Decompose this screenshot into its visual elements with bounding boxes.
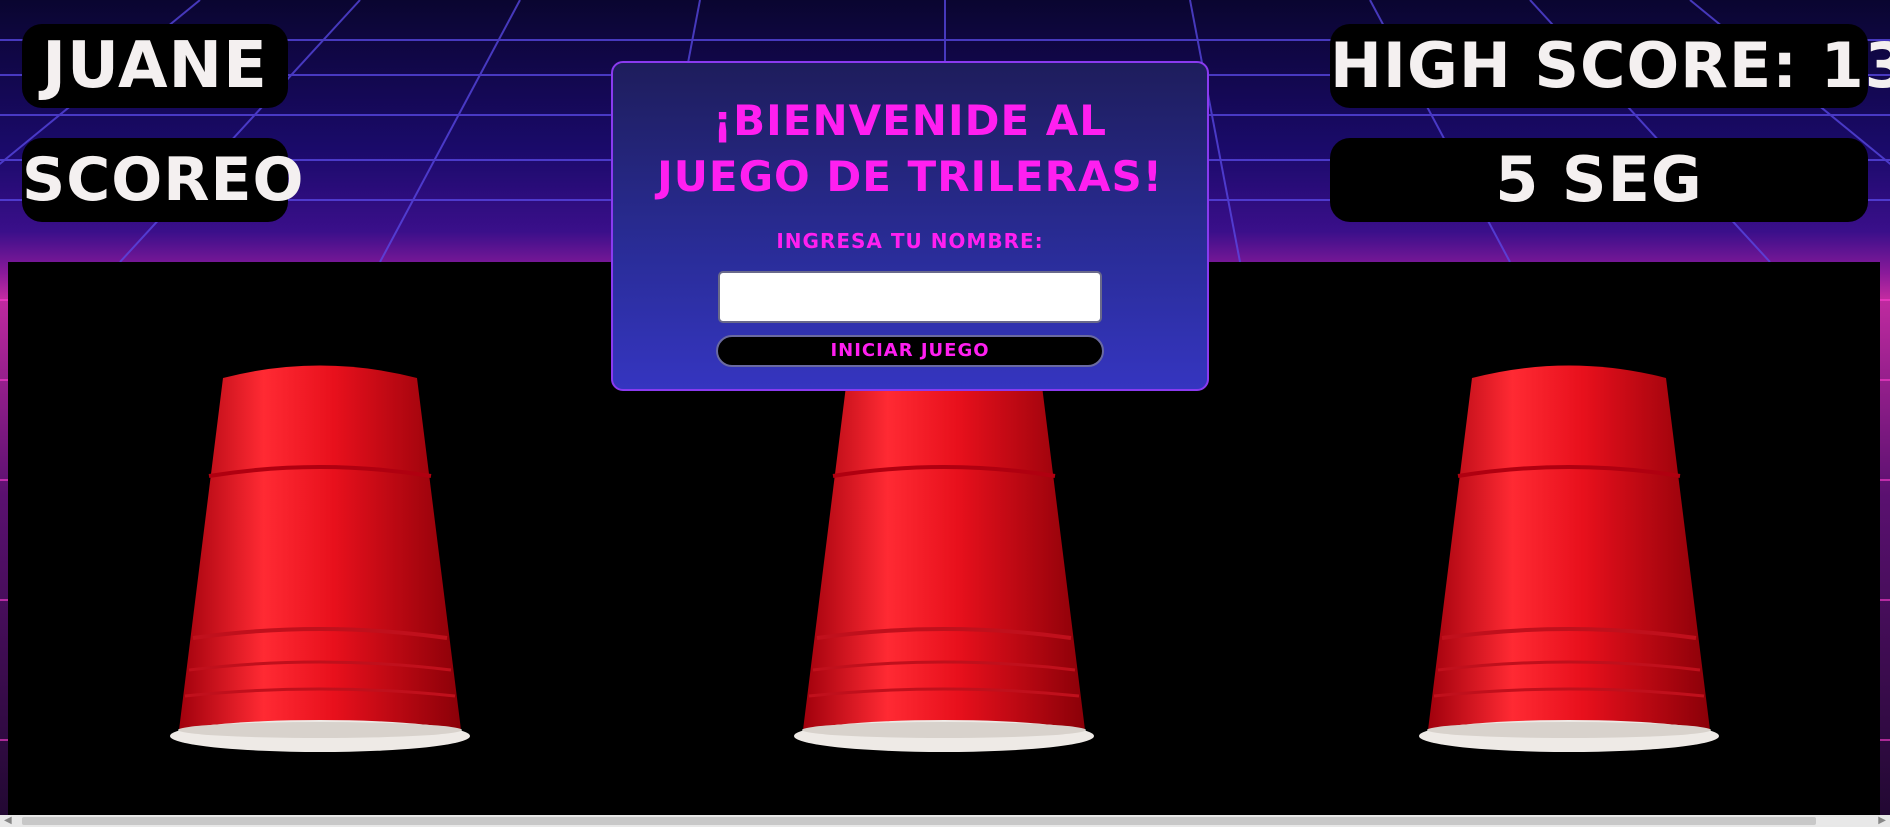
modal-title-line-1: ¡BIENVENIDE AL	[712, 96, 1108, 145]
high-score-display: HIGH SCORE: 13	[1330, 24, 1890, 108]
modal-title: ¡BIENVENIDE AL JUEGO DE TRILERAS!	[613, 93, 1207, 205]
timer-display: 5 SEG	[1330, 138, 1868, 222]
name-label: INGRESA TU NOMBRE:	[776, 229, 1044, 253]
cup-2[interactable]	[789, 358, 1099, 754]
score-display: SCOREO	[22, 138, 303, 222]
cup-1[interactable]	[165, 358, 475, 754]
welcome-modal: ¡BIENVENIDE AL JUEGO DE TRILERAS! INGRES…	[611, 61, 1209, 391]
scrollbar-thumb[interactable]	[22, 817, 1816, 825]
horizontal-scrollbar[interactable]: ◀ ▶	[0, 815, 1890, 827]
name-input[interactable]	[718, 271, 1102, 323]
scroll-left-icon[interactable]: ◀	[4, 815, 12, 827]
scroll-right-icon[interactable]: ▶	[1878, 815, 1886, 827]
cup-3[interactable]	[1414, 358, 1724, 754]
start-game-button[interactable]: INICIAR JUEGO	[716, 335, 1104, 367]
player-name: JUANE	[22, 24, 288, 108]
modal-title-line-2: JUEGO DE TRILERAS!	[657, 152, 1163, 201]
